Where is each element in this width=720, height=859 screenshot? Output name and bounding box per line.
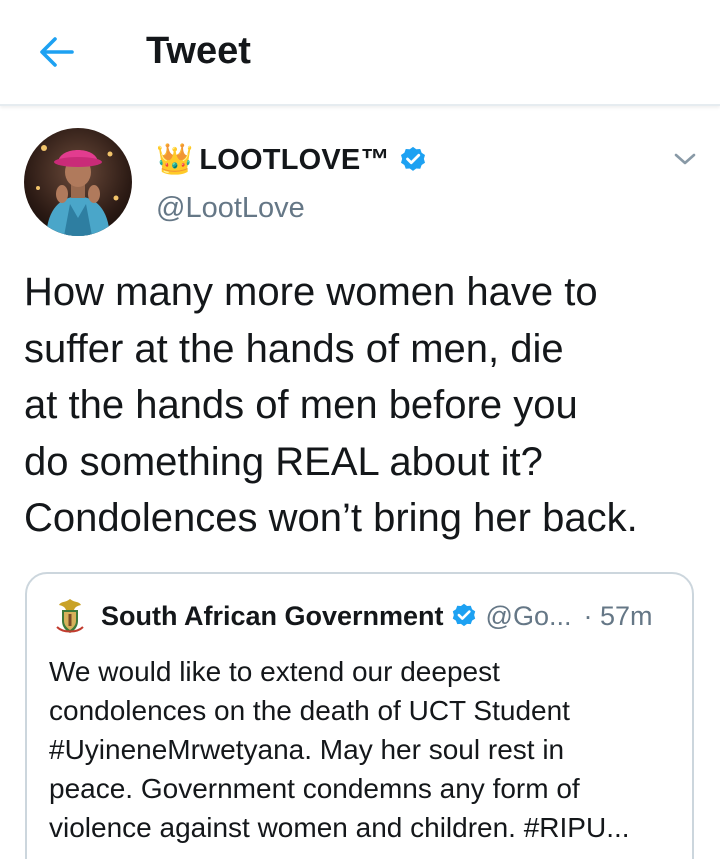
top-app-bar: Tweet: [0, 0, 720, 106]
quoted-tweet-header: South African Government @Go... · 57m: [53, 596, 653, 636]
author-name: LOOTLOVE™: [199, 143, 390, 176]
quoted-tweet-timestamp: · 57m: [583, 600, 653, 631]
tweet-text: How many more women have to suffer at th…: [24, 270, 638, 540]
verified-badge-icon: [398, 145, 428, 175]
tweet-screen: Tweet 👑 LOOTLOVE™ @LootLove How many mor…: [0, 0, 720, 859]
chevron-down-icon: [674, 153, 696, 165]
verified-badge-icon: [450, 602, 478, 630]
page-title: Tweet: [146, 30, 251, 72]
crown-emoji: 👑: [156, 143, 194, 176]
back-button[interactable]: [34, 30, 78, 74]
quoted-tweet-card[interactable]: South African Government @Go... · 57m We…: [25, 572, 694, 859]
avatar-image: [24, 128, 132, 236]
author-avatar[interactable]: [24, 128, 132, 236]
coat-of-arms-icon: [53, 597, 87, 635]
quoted-author-name: South African Government: [101, 600, 444, 631]
author-name-row[interactable]: 👑 LOOTLOVE™: [156, 140, 428, 180]
quoted-author-handle: @Go...: [485, 600, 572, 631]
tweet-menu-button[interactable]: [670, 144, 700, 174]
arrow-left-icon: [40, 37, 74, 67]
quoted-tweet-text: We would like to extend our deepest cond…: [49, 656, 630, 843]
author-handle[interactable]: @LootLove: [156, 190, 305, 226]
